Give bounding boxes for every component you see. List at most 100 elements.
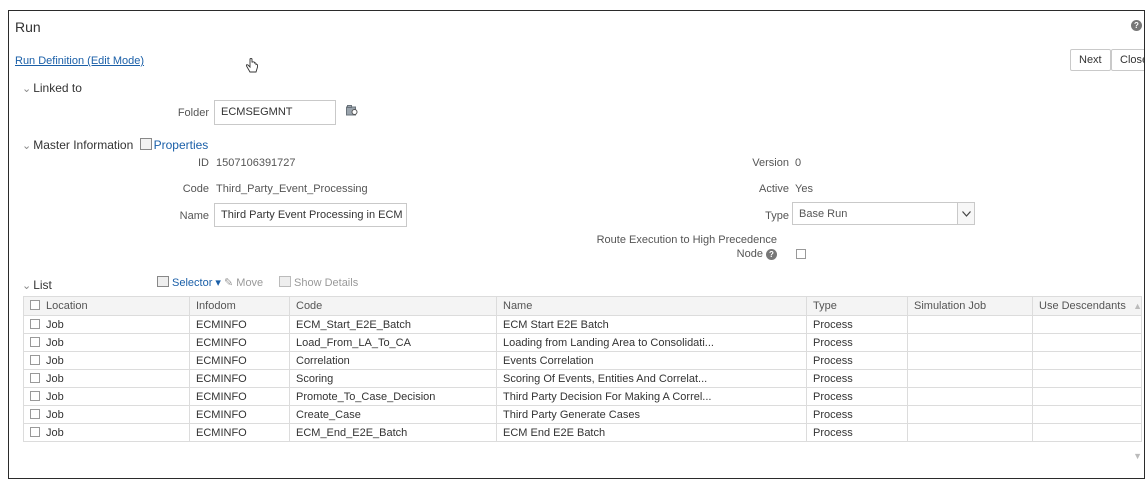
table-cell: Job xyxy=(23,423,190,442)
table-cell: Job xyxy=(23,351,190,370)
table-cell xyxy=(907,387,1033,406)
table-cell: Correlation xyxy=(289,351,497,370)
cell-text: Job xyxy=(46,408,64,421)
route-execution-checkbox[interactable] xyxy=(796,249,806,259)
table-cell: Job xyxy=(23,369,190,388)
id-value: 1507106391727 xyxy=(216,157,296,169)
table-cell xyxy=(1032,387,1142,406)
table-cell: Third Party Generate Cases xyxy=(496,405,807,424)
table-cell: ECM Start E2E Batch xyxy=(496,315,807,334)
caret-down-icon: ▾ xyxy=(212,277,221,289)
name-field[interactable]: Third Party Event Processing in ECM xyxy=(214,203,407,227)
active-label: Active xyxy=(759,183,789,195)
scroll-down-icon[interactable]: ▼ xyxy=(1133,451,1142,461)
row-checkbox[interactable] xyxy=(30,372,40,383)
column-header-code[interactable]: Code xyxy=(289,296,497,316)
run-list-table: Location Infodom Code Name Type Simulati… xyxy=(23,296,1142,442)
table-cell: Scoring xyxy=(289,369,497,388)
table-row[interactable]: Job ECMINFO Create_Case Third Party Generat… xyxy=(23,405,1142,424)
table-row[interactable]: Job ECMINFO Correlation Events Correlation P… xyxy=(23,351,1142,370)
table-cell: Third Party Decision For Making A Correl… xyxy=(496,387,807,406)
column-header-name[interactable]: Name xyxy=(496,296,807,316)
show-details-icon xyxy=(279,276,291,287)
column-header-simulation-job[interactable]: Simulation Job xyxy=(907,296,1033,316)
properties-link[interactable]: Properties xyxy=(154,138,209,152)
table-cell xyxy=(907,369,1033,388)
selector-button[interactable]: Selector ▾ xyxy=(157,276,221,289)
scroll-up-icon[interactable]: ▲ xyxy=(1133,301,1142,311)
list-section[interactable]: ⌄ List xyxy=(22,278,52,292)
master-information-label: Master Information xyxy=(33,138,134,152)
help-icon[interactable]: ? xyxy=(1131,19,1142,31)
type-select-value: Base Run xyxy=(799,208,848,220)
active-value: Yes xyxy=(795,183,813,195)
table-row[interactable]: Job ECMINFO Scoring Scoring Of Events, Enti… xyxy=(23,369,1142,388)
cell-text: Job xyxy=(46,372,64,385)
column-header-type[interactable]: Type xyxy=(806,296,908,316)
table-row[interactable]: Job ECMINFO ECM_End_E2E_Batch ECM End E2E B… xyxy=(23,423,1142,442)
select-all-checkbox[interactable] xyxy=(30,300,40,310)
table-cell xyxy=(1032,405,1142,424)
close-button[interactable]: Close xyxy=(1111,49,1144,71)
row-checkbox[interactable] xyxy=(30,390,40,401)
type-select[interactable]: Base Run xyxy=(792,202,975,225)
run-definition-link[interactable]: Run Definition (Edit Mode) xyxy=(15,55,144,67)
row-checkbox[interactable] xyxy=(30,318,40,329)
folder-field[interactable]: ECMSEGMNT xyxy=(214,100,336,125)
next-button[interactable]: Next xyxy=(1070,49,1111,71)
folder-browse-icon[interactable] xyxy=(346,105,358,119)
hand-pointer-icon xyxy=(245,57,259,80)
show-details-button[interactable]: Show Details xyxy=(279,276,358,289)
table-cell: Events Correlation xyxy=(496,351,807,370)
column-header-infodom[interactable]: Infodom xyxy=(189,296,290,316)
list-label: List xyxy=(33,278,52,292)
row-checkbox[interactable] xyxy=(30,354,40,365)
table-cell: Promote_To_Case_Decision xyxy=(289,387,497,406)
table-cell: Process xyxy=(806,369,908,388)
route-label-line1: Route Execution to High Precedence xyxy=(596,234,777,246)
table-cell: ECM_End_E2E_Batch xyxy=(289,423,497,442)
master-information-section[interactable]: ⌄ Master Information Properties xyxy=(22,138,208,152)
row-checkbox[interactable] xyxy=(30,336,40,347)
table-cell: Loading from Landing Area to Consolidati… xyxy=(496,333,807,352)
chevron-down-icon xyxy=(957,203,974,224)
table-cell xyxy=(1032,369,1142,388)
table-header-row: Location Infodom Code Name Type Simulati… xyxy=(23,296,1142,316)
table-cell: Create_Case xyxy=(289,405,497,424)
route-label-line2: Node xyxy=(736,248,763,260)
folder-label: Folder xyxy=(177,107,209,119)
table-cell xyxy=(1032,333,1142,352)
table-cell: Process xyxy=(806,423,908,442)
row-checkbox[interactable] xyxy=(30,408,40,419)
table-cell: Job xyxy=(23,387,190,406)
version-value: 0 xyxy=(795,157,802,169)
row-checkbox[interactable] xyxy=(30,426,40,437)
table-cell: ECMINFO xyxy=(189,387,290,406)
table-row[interactable]: Job ECMINFO ECM_Start_E2E_Batch ECM Start E… xyxy=(23,315,1142,334)
properties-icon xyxy=(139,138,152,150)
version-label: Version xyxy=(752,157,789,169)
table-cell: Load_From_LA_To_CA xyxy=(289,333,497,352)
page-title: Run xyxy=(15,19,41,35)
cell-text: Job xyxy=(46,336,64,349)
table-cell xyxy=(1032,351,1142,370)
cell-text: Job xyxy=(46,318,64,331)
table-cell: ECMINFO xyxy=(189,423,290,442)
linked-to-section[interactable]: ⌄ Linked to xyxy=(22,81,82,95)
code-value: Third_Party_Event_Processing xyxy=(216,183,368,195)
column-header-location[interactable]: Location xyxy=(23,296,190,316)
table-row[interactable]: Job ECMINFO Promote_To_Case_Decision Third … xyxy=(23,387,1142,406)
cell-text: Job xyxy=(46,426,64,439)
table-cell xyxy=(907,333,1033,352)
table-cell: ECMINFO xyxy=(189,333,290,352)
help-icon[interactable]: ? xyxy=(766,249,777,260)
column-header-use-descendants[interactable]: Use Descendants xyxy=(1032,296,1142,316)
table-cell: Process xyxy=(806,387,908,406)
move-label: Move xyxy=(236,277,264,289)
table-row[interactable]: Job ECMINFO Load_From_LA_To_CA Loading from… xyxy=(23,333,1142,352)
table-cell xyxy=(907,423,1033,442)
cell-text: Job xyxy=(46,390,64,403)
move-button[interactable]: ✎ Move xyxy=(224,276,263,289)
chevron-down-icon: ⌄ xyxy=(22,280,32,292)
table-cell xyxy=(1032,315,1142,334)
